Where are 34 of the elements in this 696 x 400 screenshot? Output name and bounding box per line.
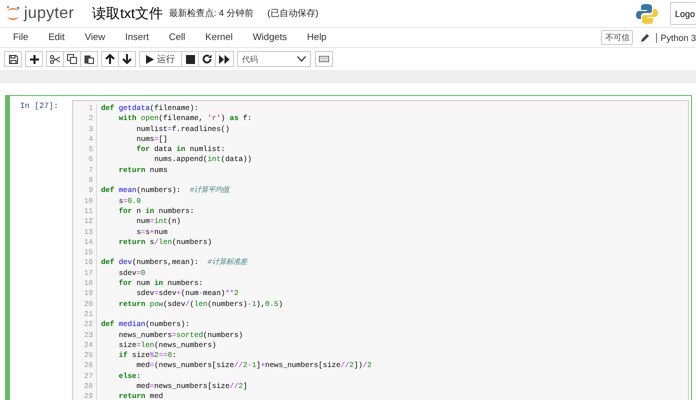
fast-forward-icon[interactable]: [215, 51, 234, 67]
checkpoint-status: 最新检查点: 4 分钟前: [168, 7, 254, 20]
chevron-down-icon: [297, 56, 306, 62]
pencil-icon[interactable]: [641, 33, 650, 42]
scissors-icon[interactable]: [46, 51, 64, 67]
menu-item[interactable]: Insert: [116, 32, 158, 43]
input-prompt: In [27]:: [19, 101, 60, 111]
python-logo-icon: [636, 2, 658, 24]
menu-item[interactable]: Edit: [39, 32, 74, 43]
kernel-name[interactable]: Python 3: [656, 32, 696, 42]
autosave-status: (已自动保存): [267, 7, 318, 20]
trust-badge[interactable]: 不可信: [601, 30, 634, 45]
arrow-down-icon[interactable]: [118, 51, 136, 67]
stop-icon[interactable]: [181, 51, 199, 67]
menu-item[interactable]: Kernel: [196, 32, 242, 43]
logout-button[interactable]: Logo: [670, 2, 696, 25]
save-icon[interactable]: [4, 51, 22, 67]
menu-item[interactable]: Cell: [160, 32, 194, 43]
logo-arcs-icon: [6, 4, 20, 22]
add-cell-icon[interactable]: [25, 51, 43, 67]
notebook-title[interactable]: 读取txt文件: [92, 4, 163, 22]
keyboard-icon[interactable]: [315, 51, 333, 67]
menu-item[interactable]: View: [76, 32, 114, 43]
paste-icon[interactable]: [80, 51, 98, 67]
restart-icon[interactable]: [198, 51, 216, 67]
menu-item[interactable]: Widgets: [244, 32, 296, 43]
copy-icon[interactable]: [63, 51, 81, 67]
cell-type-dropdown[interactable]: 代码: [237, 51, 311, 67]
run-button[interactable]: 运行: [139, 51, 182, 67]
play-icon: [146, 54, 154, 64]
menu-item[interactable]: File: [4, 32, 38, 43]
jupyter-logo[interactable]: jupyter: [6, 4, 74, 22]
arrow-up-icon[interactable]: [101, 51, 119, 67]
menu-item[interactable]: Help: [298, 32, 336, 43]
